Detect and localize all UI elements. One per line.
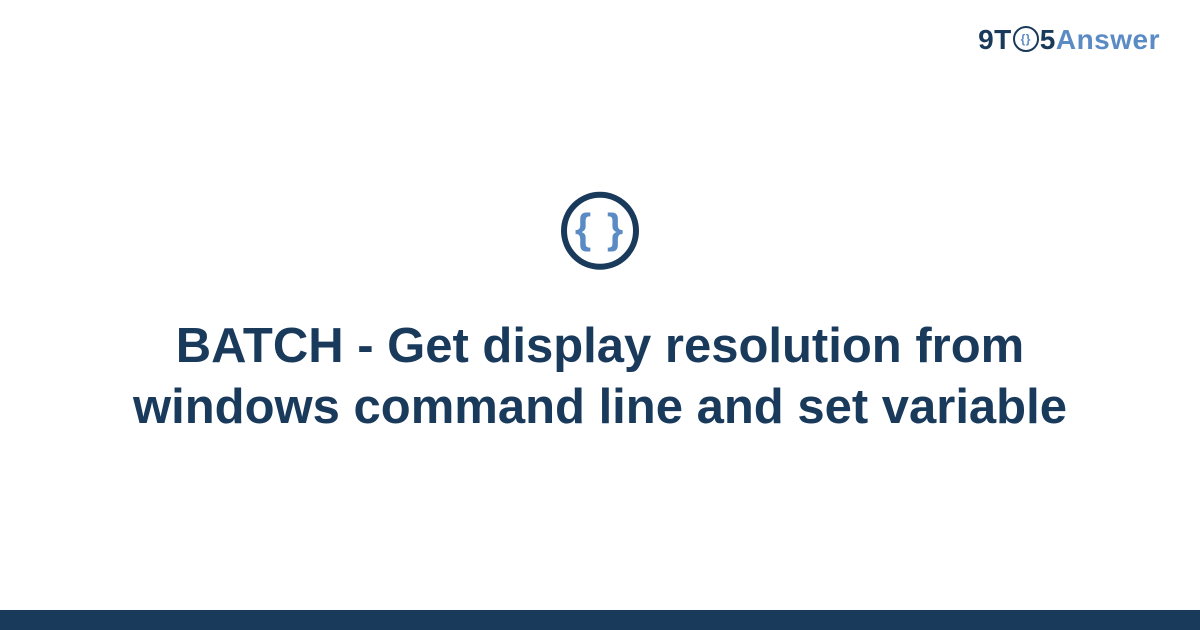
footer-bar bbox=[0, 610, 1200, 630]
logo-circle-icon: {} bbox=[1013, 26, 1039, 52]
braces-icon: { } bbox=[561, 192, 639, 270]
site-logo: 9T {} 5 Answer bbox=[978, 24, 1160, 56]
logo-text-suffix: Answer bbox=[1056, 24, 1160, 56]
main-content: { } BATCH - Get display resolution from … bbox=[0, 192, 1200, 439]
logo-text-prefix: 9T bbox=[978, 24, 1012, 56]
braces-glyph: { } bbox=[575, 208, 625, 250]
logo-text-mid: 5 bbox=[1040, 24, 1056, 56]
logo-circle-glyph: {} bbox=[1021, 33, 1031, 45]
page-title: BATCH - Get display resolution from wind… bbox=[110, 316, 1090, 439]
